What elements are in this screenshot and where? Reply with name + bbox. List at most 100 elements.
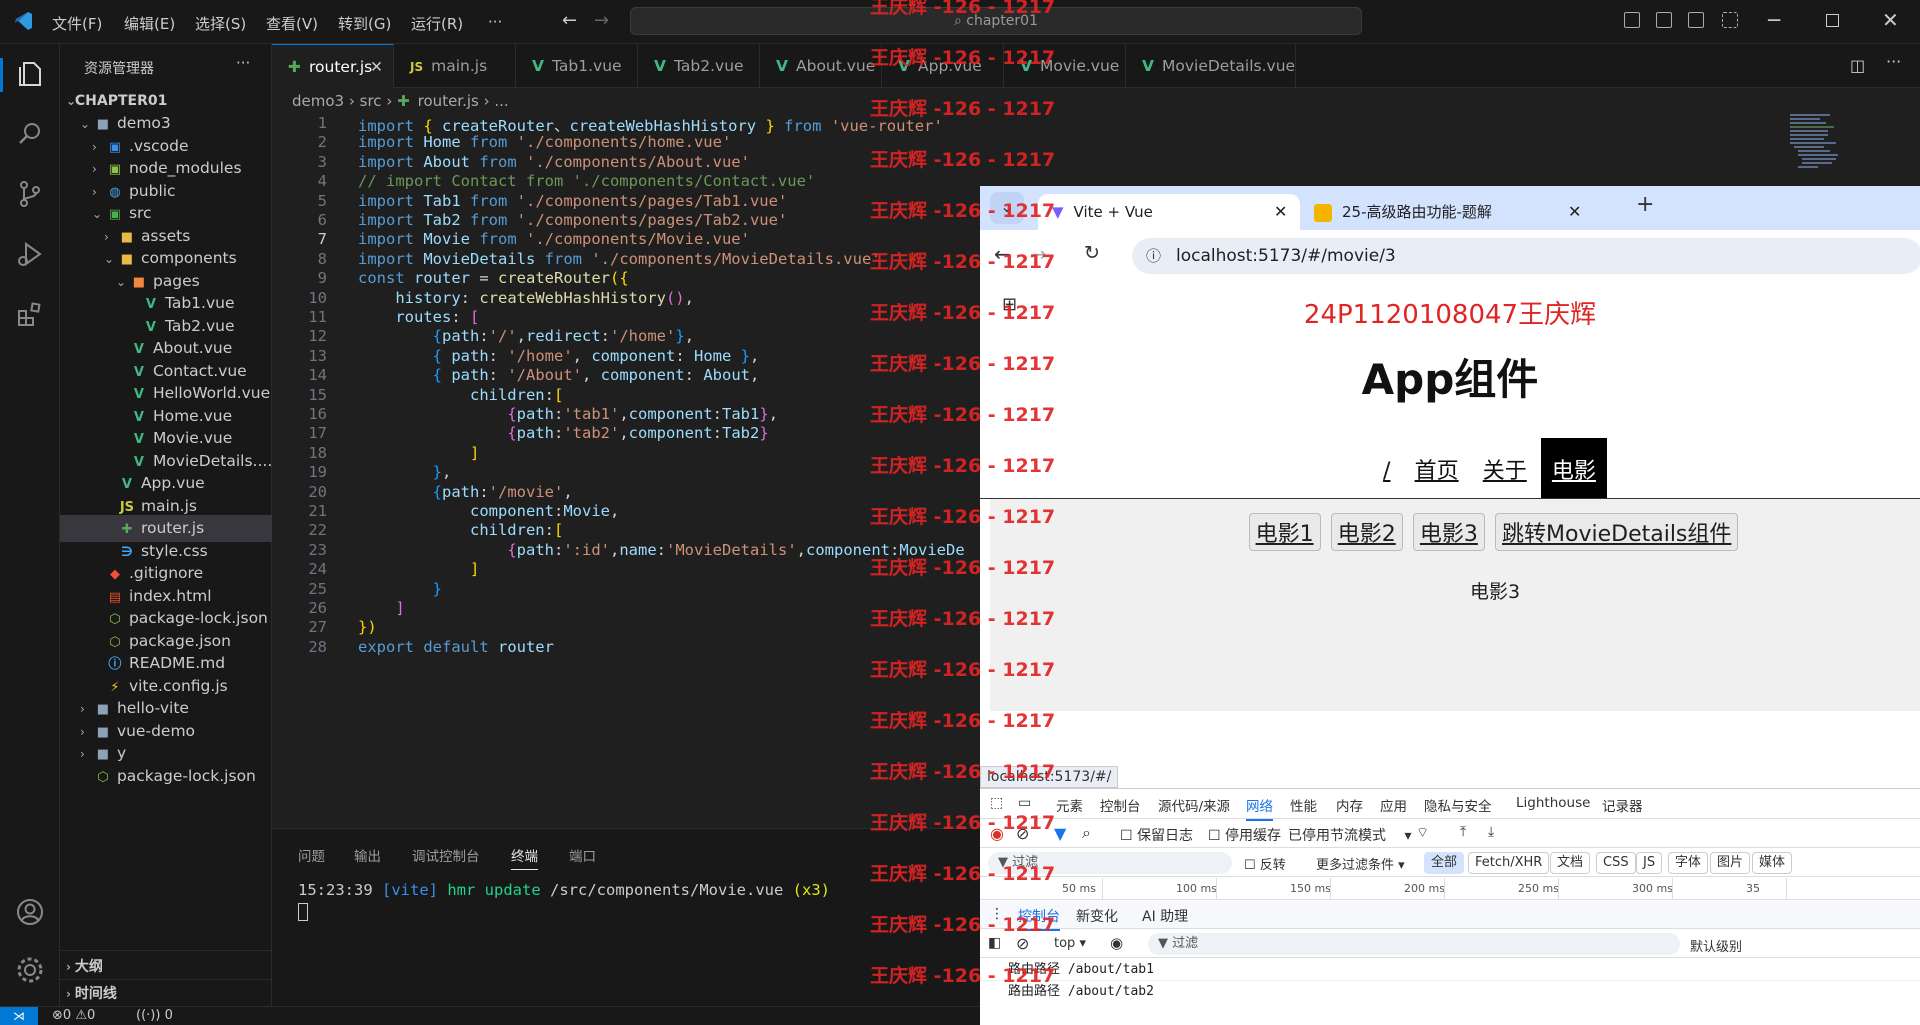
toggle-sidebar-icon[interactable] (1624, 12, 1640, 28)
minimap[interactable] (1788, 112, 1884, 172)
invert-checkbox[interactable]: ☐ 反转 (1244, 854, 1286, 873)
devtools-tab[interactable]: 性能 (1290, 795, 1317, 815)
devtools-tab[interactable]: 内存 (1336, 795, 1363, 815)
breadcrumb-demo3[interactable]: demo3 (292, 92, 344, 110)
restore-icon[interactable] (1826, 14, 1839, 27)
menu-view[interactable]: 查看(V) (266, 13, 318, 34)
devtools-tab[interactable]: Lighthouse (1516, 795, 1590, 811)
log-level-select[interactable]: 默认级别 (1690, 936, 1742, 955)
drawer-tab-whats-new[interactable]: 新变化 (1076, 906, 1118, 926)
preserve-log-checkbox[interactable]: ☐ 保留日志 (1120, 825, 1193, 845)
disable-cache-checkbox[interactable]: ☐ 停用缓存 (1208, 825, 1281, 845)
nav-link-movie-active[interactable]: 电影 (1540, 438, 1607, 500)
extensions-icon[interactable] (14, 298, 46, 330)
breadcrumb-src[interactable]: src (360, 92, 382, 110)
menu-run[interactable]: 运行(R) (411, 13, 463, 34)
network-conditions-icon[interactable]: ⌔ (1416, 824, 1429, 842)
menu-selection[interactable]: 选择(S) (195, 13, 246, 34)
toggle-secondary-sidebar-icon[interactable] (1688, 12, 1704, 28)
timeline-section[interactable]: › 时间线 (60, 982, 272, 1006)
editor-tab[interactable]: V Tab1.vue (516, 44, 638, 88)
close-window-icon[interactable]: ✕ (1882, 8, 1899, 32)
split-editor-icon[interactable]: ◫ (1850, 56, 1865, 75)
minimize-icon[interactable]: ─ (1768, 8, 1780, 32)
type-filter-chip[interactable]: CSS (1596, 852, 1636, 874)
breadcrumb-file[interactable]: router.js (418, 92, 479, 110)
panel-tab-problems[interactable]: 问题 (298, 845, 325, 865)
network-search-icon[interactable]: ⌕ (1082, 823, 1091, 843)
nav-link-home[interactable]: 首页 (1405, 445, 1469, 493)
source-control-icon[interactable] (14, 178, 46, 210)
panel-tab-terminal[interactable]: 终端 (511, 845, 538, 870)
context-select[interactable]: top ▾ (1054, 936, 1086, 951)
movie-details-button[interactable]: 跳转MovieDetails组件 (1495, 513, 1739, 551)
more-filters-select[interactable]: 更多过滤条件 ▾ (1316, 854, 1405, 873)
settings-gear-icon[interactable] (14, 954, 46, 986)
menu-file[interactable]: 文件(F) (52, 13, 102, 34)
throttle-select[interactable]: 已停用节流模式 ▾ (1288, 825, 1411, 845)
customize-layout-icon[interactable] (1722, 12, 1738, 28)
new-tab-icon[interactable]: + (1636, 192, 1654, 217)
type-filter-chip[interactable]: 字体 (1668, 852, 1709, 874)
devtools-tab[interactable]: 应用 (1380, 795, 1407, 815)
menu-edit[interactable]: 编辑(E) (124, 13, 175, 34)
nav-link-root[interactable]: / (1373, 451, 1400, 492)
explorer-icon[interactable] (14, 58, 46, 90)
explorer-more-icon[interactable]: ··· (236, 54, 250, 72)
breadcrumb-symbol[interactable]: ... (494, 92, 508, 110)
type-filter-chip[interactable]: 媒体 (1752, 852, 1793, 874)
movie-3-button[interactable]: 电影3 (1412, 513, 1485, 551)
filter-funnel-icon[interactable]: ▼ (1054, 824, 1066, 843)
tree-item[interactable]: ⬡ package-lock.json (60, 763, 272, 790)
drawer-tab-ai[interactable]: AI 助理 (1142, 906, 1188, 926)
browser-tab-active[interactable]: ▼ Vite + Vue ✕ (1038, 194, 1300, 230)
editor-tab[interactable]: ✚ router.js ✕ (272, 44, 394, 88)
devtools-tab[interactable]: 网络 (1246, 795, 1273, 821)
type-filter-chip[interactable]: 文档 (1550, 852, 1591, 874)
editor-tab[interactable]: V Tab2.vue (638, 44, 760, 88)
tab-close-icon[interactable]: ✕ (1568, 194, 1581, 230)
live-expression-eye-icon[interactable]: ◉ (1110, 934, 1123, 952)
outline-section[interactable]: › 大纲 (60, 955, 272, 979)
site-info-icon[interactable]: ⓘ (1146, 238, 1161, 274)
terminal-output[interactable]: 15:23:39 [vite] hmr update /src/componen… (298, 881, 830, 921)
devtools-tab[interactable]: 元素 (1056, 795, 1083, 815)
menu-more[interactable]: ··· (488, 13, 502, 31)
panel-tab-output[interactable]: 输出 (354, 845, 381, 865)
account-icon[interactable] (14, 896, 46, 928)
forward-arrow-icon[interactable]: → (594, 10, 609, 31)
search-view-icon[interactable] (14, 118, 46, 150)
type-filter-chip[interactable]: 图片 (1710, 852, 1751, 874)
movie-1-button[interactable]: 电影1 (1248, 513, 1321, 551)
type-filter-chip[interactable]: Fetch/XHR (1468, 852, 1550, 874)
menu-go[interactable]: 转到(G) (338, 13, 391, 34)
movie-2-button[interactable]: 电影2 (1330, 513, 1403, 551)
type-filter-chip[interactable]: JS (1636, 852, 1663, 874)
reload-icon[interactable]: ↻ (1084, 242, 1100, 264)
panel-tab-debug-console[interactable]: 调试控制台 (412, 845, 480, 865)
import-har-icon[interactable]: ⤒ (1460, 824, 1466, 840)
editor-tab[interactable]: V About.vue (760, 44, 882, 88)
console-filter-input[interactable]: ▼ 过滤 (1148, 933, 1680, 955)
nav-link-about[interactable]: 关于 (1473, 445, 1537, 493)
export-har-icon[interactable]: ⤓ (1488, 824, 1494, 840)
run-debug-icon[interactable] (14, 238, 46, 270)
back-arrow-icon[interactable]: ← (562, 10, 577, 31)
devtools-tab[interactable]: 记录器 (1602, 795, 1643, 815)
editor-tab[interactable]: V MovieDetails.vue (1126, 44, 1296, 88)
toggle-panel-icon[interactable] (1656, 12, 1672, 28)
editor-more-icon[interactable]: ··· (1886, 52, 1901, 71)
panel-tab-ports[interactable]: 端口 (569, 845, 596, 865)
tab-close-icon[interactable]: ✕ (370, 45, 383, 89)
console-sidebar-icon[interactable]: ◧ (988, 935, 1001, 951)
devtools-tab[interactable]: 源代码/来源 (1158, 795, 1230, 815)
problems-status[interactable]: ⊗0 ⚠0 (52, 1008, 95, 1023)
editor-tab[interactable]: JS main.js (394, 44, 516, 88)
tab-close-icon[interactable]: ✕ (1274, 194, 1287, 230)
devtools-tab[interactable]: 隐私与安全 (1424, 795, 1492, 815)
network-timeline[interactable]: 50 ms 100 ms 150 ms 200 ms 250 ms 300 ms 35 (980, 878, 1920, 900)
type-filter-chip[interactable]: 全部 (1424, 852, 1465, 874)
browser-tab-inactive[interactable]: 25-高级路由功能-题解 ✕ (1314, 194, 1581, 230)
address-bar[interactable]: ⓘ localhost:5173/#/movie/3 (1132, 238, 1920, 274)
devtools-tab[interactable]: 控制台 (1100, 795, 1141, 815)
